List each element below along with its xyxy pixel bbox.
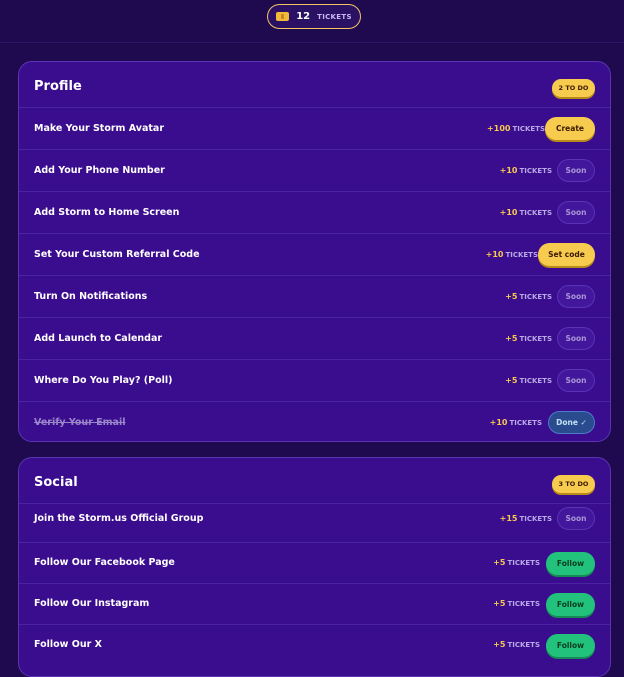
task-label: Follow Our X [34, 639, 102, 650]
task-label: Add Your Phone Number [34, 165, 165, 176]
group-soon-button[interactable]: Soon [557, 507, 595, 530]
home-screen-soon-button[interactable]: Soon [557, 201, 595, 224]
task-row-facebook: Follow Our Facebook Page +5 TICKETS Follo… [19, 542, 610, 583]
create-avatar-button[interactable]: Create [545, 117, 595, 140]
task-reward: +5 TICKETS [505, 334, 552, 343]
ticket-count: 12 [296, 11, 311, 22]
ticket-balance-pill[interactable]: 12 TICKETS [267, 4, 361, 29]
task-label: Set Your Custom Referral Code [34, 249, 200, 260]
follow-facebook-button[interactable]: Follow [546, 552, 595, 575]
task-reward: +10 TICKETS [499, 166, 552, 175]
task-label: Add Launch to Calendar [34, 333, 163, 344]
task-row-official-group: Join the Storm.us Official Group +15 TICK… [19, 503, 610, 542]
task-label: Follow Our Facebook Page [34, 557, 175, 568]
task-label: Make Your Storm Avatar [34, 123, 165, 134]
task-reward: +5 TICKETS [493, 640, 540, 649]
task-row-home-screen: Add Storm to Home Screen +10 TICKETS Soon [19, 191, 610, 233]
task-row-referral-code: Set Your Custom Referral Code +10 TICKETS… [19, 233, 610, 275]
task-label: Join the Storm.us Official Group [34, 513, 204, 524]
task-reward: +100 TICKETS [487, 124, 545, 133]
task-row-notifications: Turn On Notifications +5 TICKETS Soon [19, 275, 610, 317]
ticket-icon [276, 12, 290, 21]
task-label: Where Do You Play? (Poll) [34, 375, 173, 386]
ticket-label: TICKETS [317, 12, 352, 21]
social-card: Social 3 TO DO Join the Storm.us Officia… [18, 457, 611, 677]
calendar-soon-button[interactable]: Soon [557, 327, 595, 350]
task-row-verify-email: Verify Your Email +10 TICKETS Done ✓ [19, 401, 610, 441]
task-reward: +10 TICKETS [489, 418, 542, 427]
done-button: Done ✓ [548, 411, 595, 434]
task-reward: +5 TICKETS [493, 599, 540, 608]
social-card-header: Social 3 TO DO [19, 458, 610, 503]
notifications-soon-button[interactable]: Soon [557, 285, 595, 308]
profile-title: Profile [34, 79, 82, 94]
task-row-x: Follow Our X +5 TICKETS Follow [19, 624, 610, 665]
poll-soon-button[interactable]: Soon [557, 369, 595, 392]
top-bar: 12 TICKETS [0, 0, 624, 43]
task-label: Turn On Notifications [34, 291, 148, 302]
task-row-instagram: Follow Our Instagram +5 TICKETS Follow [19, 583, 610, 624]
set-code-button[interactable]: Set code [538, 243, 595, 266]
task-reward: +5 TICKETS [505, 292, 552, 301]
task-row-phone: Add Your Phone Number +10 TICKETS Soon [19, 149, 610, 191]
profile-card: Profile 2 TO DO Make Your Storm Avatar +… [18, 61, 611, 442]
task-row-calendar: Add Launch to Calendar +5 TICKETS Soon [19, 317, 610, 359]
task-row-poll: Where Do You Play? (Poll) +5 TICKETS Soon [19, 359, 610, 401]
profile-card-header: Profile 2 TO DO [19, 62, 610, 107]
task-label: Follow Our Instagram [34, 598, 150, 609]
follow-instagram-button[interactable]: Follow [546, 593, 595, 616]
social-title: Social [34, 475, 78, 490]
task-label: Verify Your Email [34, 417, 126, 428]
task-reward: +5 TICKETS [493, 558, 540, 567]
profile-todo-badge: 2 TO DO [552, 79, 595, 97]
follow-x-button[interactable]: Follow [546, 634, 595, 657]
task-reward: +5 TICKETS [505, 376, 552, 385]
phone-soon-button[interactable]: Soon [557, 159, 595, 182]
social-todo-badge: 3 TO DO [552, 475, 595, 493]
task-reward: +10 TICKETS [485, 250, 538, 259]
task-reward: +10 TICKETS [499, 208, 552, 217]
task-label: Add Storm to Home Screen [34, 207, 180, 218]
task-reward: +15 TICKETS [499, 514, 552, 523]
task-row-avatar: Make Your Storm Avatar +100 TICKETS Creat… [19, 107, 610, 149]
